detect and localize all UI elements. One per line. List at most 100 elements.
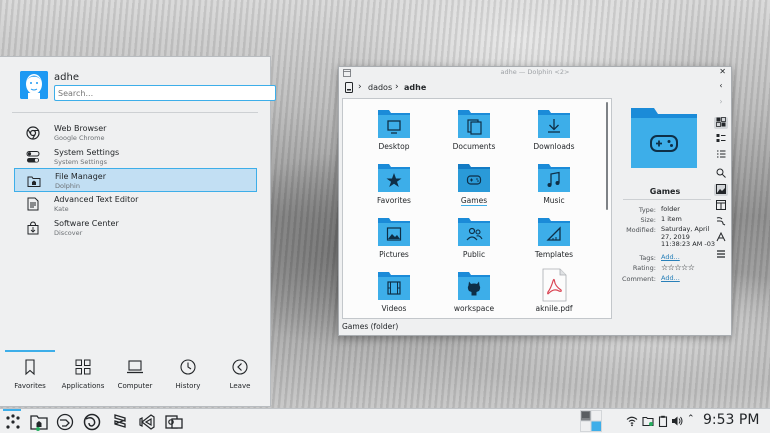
storage-device-icon[interactable] — [345, 82, 353, 93]
tab-favorites[interactable]: Favorites — [4, 358, 56, 398]
favorite-software-center[interactable]: Software Center Discover — [14, 216, 257, 240]
chevron-right-icon: › — [395, 82, 399, 92]
breadcrumb-current[interactable]: adhe — [404, 83, 426, 92]
meta-key: Size: — [640, 216, 656, 224]
file-item-music[interactable]: Music — [514, 158, 594, 210]
pictures-folder-icon — [378, 218, 410, 246]
details-view-icon[interactable] — [714, 149, 728, 161]
terminal-icon[interactable] — [714, 216, 728, 228]
icons-view-icon[interactable] — [714, 117, 728, 129]
tab-label: History — [175, 382, 201, 390]
taskbar-app-4[interactable] — [110, 412, 130, 432]
wifi-icon[interactable] — [626, 415, 638, 427]
sublime-icon — [114, 414, 126, 428]
search-input[interactable] — [54, 85, 276, 101]
star-folder-icon — [378, 164, 410, 192]
chrome-icon — [26, 126, 40, 140]
file-item-aknile-pdf[interactable]: aknile.pdf — [514, 266, 594, 318]
tab-applications[interactable]: Applications — [57, 358, 109, 398]
file-name: aknile.pdf — [535, 304, 573, 313]
file-item-games[interactable]: Games — [434, 158, 514, 210]
location-bar: › dados › adhe — [339, 80, 709, 96]
office-icon — [165, 415, 183, 429]
file-name: Favorites — [377, 196, 411, 205]
tab-computer[interactable]: Computer — [109, 358, 161, 398]
clock[interactable]: 9:53 PM — [703, 412, 759, 428]
chevron-right-icon: › — [358, 82, 362, 92]
file-item-templates[interactable]: Templates — [514, 212, 594, 264]
games-folder-icon — [458, 164, 490, 192]
close-icon[interactable]: ✕ — [719, 67, 726, 76]
taskbar-app-2[interactable] — [55, 412, 75, 432]
file-name: Videos — [381, 304, 407, 313]
favorite-text-editor[interactable]: Advanced Text Editor Kate — [14, 192, 257, 216]
volume-icon[interactable] — [671, 415, 683, 427]
launcher-tabbar: Favorites Applications Computer History … — [0, 350, 270, 406]
file-item-documents[interactable]: Documents — [434, 104, 514, 156]
file-item-public[interactable]: Public — [434, 212, 514, 264]
search-icon[interactable] — [714, 168, 728, 180]
documents-folder-icon — [458, 110, 490, 138]
file-item-desktop[interactable]: Desktop — [354, 104, 434, 156]
tab-label: Leave — [229, 382, 251, 390]
status-bar: Games (folder) — [342, 322, 399, 331]
taskbar-app-3[interactable] — [82, 412, 102, 432]
divider — [12, 112, 258, 113]
application-launcher-button[interactable] — [3, 412, 23, 432]
add-tags-link[interactable]: Add... — [661, 253, 717, 262]
window-titlebar[interactable]: adhe — Dolphin <2> ✕ — [339, 67, 731, 79]
tab-history[interactable]: History — [162, 358, 214, 398]
add-comment-link[interactable]: Add... — [661, 274, 717, 283]
back-icon[interactable]: ‹ — [714, 81, 728, 93]
favorite-system-settings[interactable]: System Settings System Settings — [14, 145, 257, 169]
clipboard-icon[interactable] — [657, 415, 669, 427]
panels-icon[interactable] — [714, 231, 728, 244]
meta-key: Tags: — [639, 254, 656, 262]
tab-leave[interactable]: Leave — [214, 358, 266, 398]
forward-icon[interactable]: › — [714, 97, 728, 109]
file-item-pictures[interactable]: Pictures — [354, 212, 434, 264]
favorite-name: Web Browser — [54, 124, 107, 133]
file-item-favorites[interactable]: Favorites — [354, 158, 434, 210]
taskbar-dolphin[interactable] — [29, 412, 49, 432]
meta-key: Modified: — [626, 226, 656, 234]
home-folder-icon — [27, 176, 41, 188]
virtual-desktop-pager[interactable] — [580, 410, 602, 432]
taskbar-app-5[interactable] — [137, 412, 157, 432]
preview-icon[interactable] — [714, 184, 728, 196]
home-folder-icon — [30, 415, 48, 431]
file-item-videos[interactable]: Videos — [354, 266, 434, 318]
taskbar-app-6[interactable] — [164, 412, 184, 432]
user-area: adhe — [20, 71, 276, 105]
meta-key: Type: — [638, 206, 656, 214]
favorite-web-browser[interactable]: Web Browser Google Chrome — [14, 121, 257, 145]
file-item-downloads[interactable]: Downloads — [514, 104, 594, 156]
window-title: adhe — Dolphin <2> — [500, 68, 570, 76]
chevron-up-icon[interactable]: ⌃ — [687, 414, 695, 424]
favorites-list: Web Browser Google Chrome System Setting… — [14, 121, 257, 239]
folder-notification-icon[interactable] — [642, 415, 654, 427]
github-folder-icon — [458, 272, 490, 300]
information-panel: Games Type: folder Size: 1 item Modified… — [619, 98, 715, 319]
favorite-desc: Dolphin — [55, 182, 80, 191]
compact-view-icon[interactable] — [714, 133, 728, 145]
split-view-icon[interactable] — [714, 200, 728, 212]
favorite-name: File Manager — [55, 172, 106, 182]
file-item-workspace[interactable]: workspace — [434, 266, 514, 318]
favorite-file-manager[interactable]: File Manager Dolphin — [14, 168, 257, 193]
music-folder-icon — [538, 164, 570, 192]
breadcrumb-item[interactable]: dados — [368, 83, 392, 92]
active-tab-indicator — [5, 350, 55, 352]
active-indicator — [3, 409, 21, 411]
taskbar-panel: ⌃ 9:53 PM — [0, 408, 770, 433]
favorite-name: Software Center — [54, 218, 119, 228]
rating-stars[interactable]: ☆☆☆☆☆ — [661, 264, 717, 272]
favorite-desc: Kate — [54, 205, 69, 214]
avatar[interactable] — [20, 71, 48, 99]
favorite-desc: Google Chrome — [54, 134, 105, 142]
file-name: Public — [462, 250, 486, 259]
hamburger-menu-icon[interactable] — [714, 249, 728, 261]
firefox-icon — [83, 413, 101, 431]
scrollbar[interactable] — [606, 102, 608, 210]
file-view[interactable]: Desktop Documents Downloads Favorites Ga… — [342, 98, 612, 319]
